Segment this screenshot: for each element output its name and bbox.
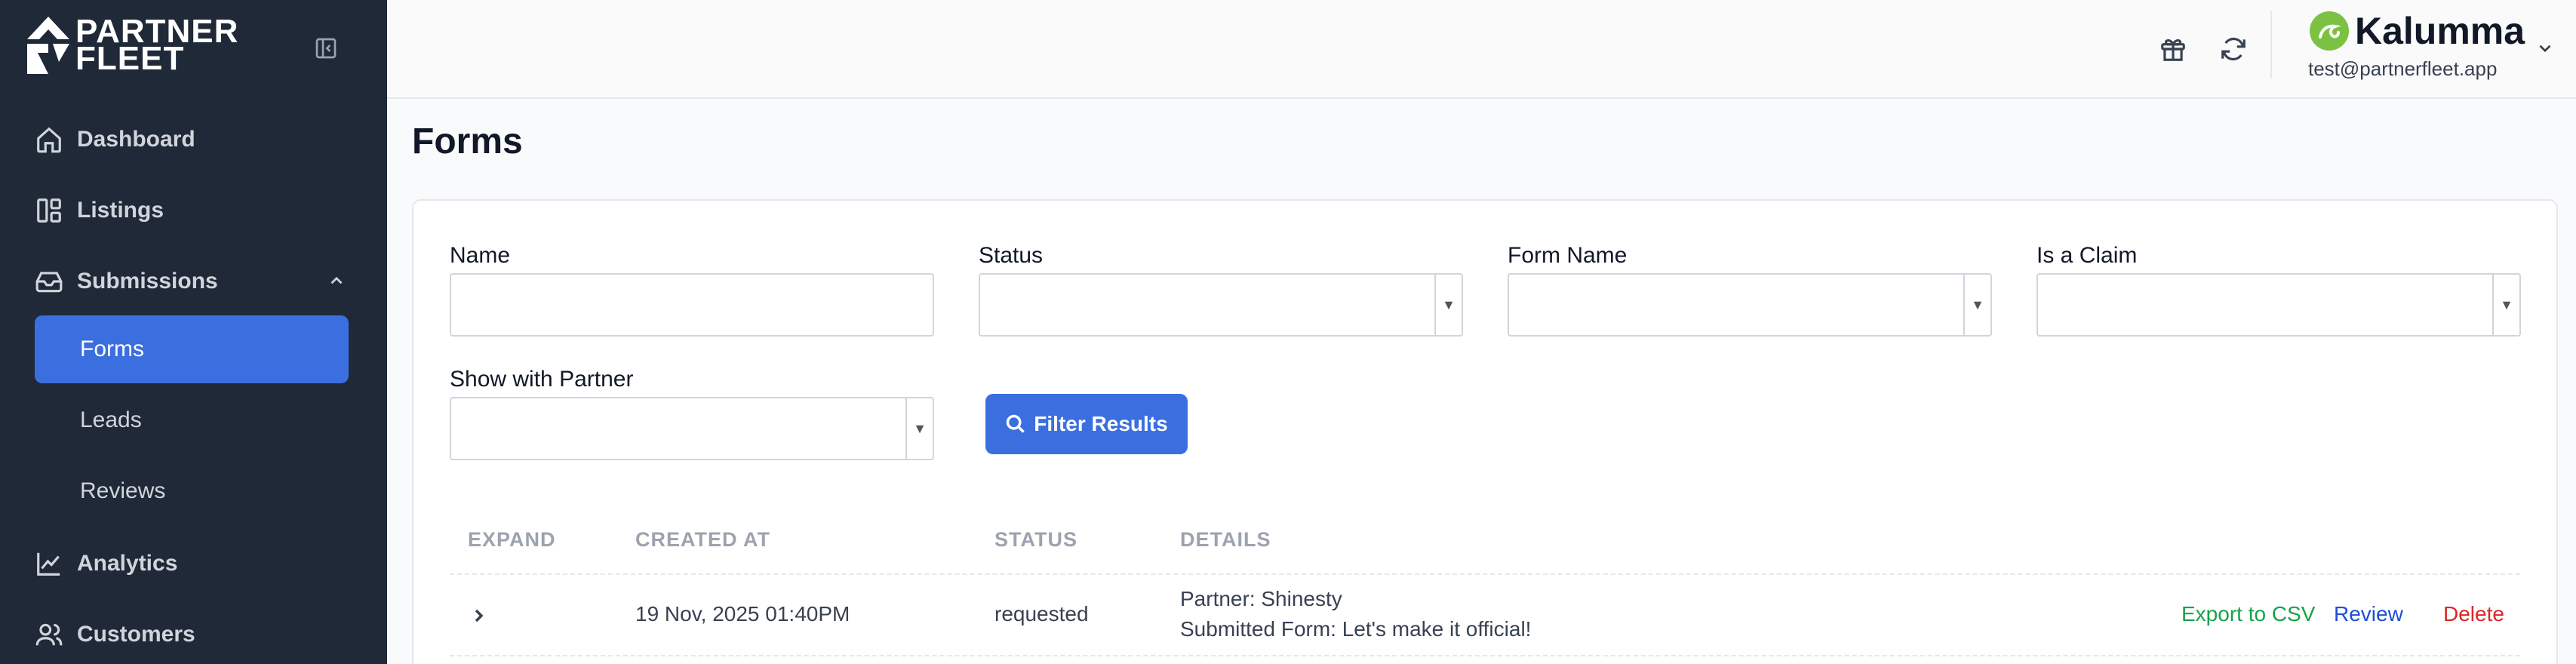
layout-icon (37, 198, 61, 223)
sidebar-item-listings[interactable]: Listings (35, 192, 164, 229)
created-at-cell: 19 Nov, 2025 01:40PM (635, 602, 850, 626)
sidebar-subitem-label: Leads (80, 407, 142, 432)
logo-text: PARTNER FLEET (75, 15, 238, 75)
account-menu-toggle[interactable] (2530, 33, 2560, 63)
logo-mark-icon (27, 17, 69, 74)
chevron-right-icon (475, 609, 484, 622)
sidebar-subitem-leads[interactable]: Leads (35, 386, 349, 454)
sidebar-subitem-forms[interactable]: Forms (35, 315, 349, 383)
sidebar-item-customers[interactable]: Customers (35, 616, 195, 653)
column-header-created-at[interactable]: CREATED AT (635, 528, 770, 552)
is-claim-filter-label: Is a Claim (2037, 243, 2138, 268)
refresh-button[interactable] (2215, 30, 2252, 68)
account-brand: Kalumma (2308, 9, 2525, 53)
status-filter-label: Status (979, 243, 1044, 268)
details-form: Submitted Form: Let's make it official! (1180, 617, 1532, 641)
sidebar-item-analytics[interactable]: Analytics (35, 545, 177, 583)
sidebar-item-label: Listings (77, 198, 164, 223)
sidebar-item-label: Dashboard (77, 127, 195, 152)
delete-link[interactable]: Delete (2443, 602, 2504, 626)
page-title: Forms (412, 121, 523, 161)
sidebar: PARTNER FLEET Dashboard Listings Submiss… (0, 0, 387, 664)
sidebar-subitem-reviews[interactable]: Reviews (35, 457, 349, 525)
partnerfleet-logo[interactable]: PARTNER FLEET (27, 15, 238, 75)
sidebar-item-label: Submissions (77, 269, 218, 294)
column-header-status[interactable]: STATUS (994, 528, 1077, 552)
filter-results-label: Filter Results (1034, 412, 1168, 435)
submissions-collapse-toggle[interactable] (324, 269, 349, 293)
inbox-icon (35, 272, 63, 293)
chevron-down-icon (2539, 45, 2551, 53)
review-link[interactable]: Review (2334, 602, 2403, 626)
column-header-details[interactable]: DETAILS (1180, 528, 1271, 552)
refresh-icon (2221, 37, 2246, 61)
form-name-filter-select[interactable]: ▼ (1508, 273, 1992, 337)
show-partner-filter-select[interactable]: ▼ (450, 397, 934, 460)
header-divider (2270, 11, 2272, 78)
table-header-divider (450, 573, 2520, 575)
status-filter-select[interactable]: ▼ (979, 273, 1463, 337)
dropdown-arrow-icon: ▼ (905, 398, 933, 459)
account-email: test@partnerfleet.app (2308, 57, 2498, 80)
account-name: Kalumma (2355, 10, 2525, 52)
chart-line-icon (37, 552, 60, 576)
home-icon (37, 127, 61, 153)
kalumma-logo-icon (2310, 11, 2349, 51)
sidebar-collapse-button[interactable] (311, 33, 341, 63)
export-csv-link[interactable]: Export to CSV (2181, 602, 2315, 626)
account-switcher[interactable]: Kalumma test@partnerfleet.app (2308, 9, 2525, 80)
column-header-expand[interactable]: EXPAND (468, 528, 556, 552)
users-icon (35, 623, 63, 646)
dropdown-arrow-icon: ▼ (1434, 275, 1462, 335)
dropdown-arrow-icon: ▼ (1963, 275, 1990, 335)
name-filter-input[interactable] (450, 273, 934, 337)
filter-results-button[interactable]: Filter Results (985, 394, 1188, 454)
status-cell: requested (994, 602, 1089, 626)
sidebar-item-dashboard[interactable]: Dashboard (35, 121, 195, 158)
chevron-up-icon (330, 276, 343, 284)
sidebar-subitem-label: Forms (80, 337, 144, 361)
table-row-divider (450, 655, 2520, 656)
dropdown-arrow-icon: ▼ (2492, 275, 2519, 335)
search-icon (1007, 414, 1025, 433)
form-name-filter-label: Form Name (1508, 243, 1628, 268)
is-claim-filter-select[interactable]: ▼ (2037, 273, 2521, 337)
show-partner-filter-label: Show with Partner (450, 367, 634, 392)
gift-button[interactable] (2154, 30, 2192, 68)
name-filter-label: Name (450, 243, 511, 268)
sidebar-item-submissions[interactable]: Submissions (35, 263, 218, 300)
sidebar-item-label: Customers (77, 622, 195, 647)
top-header: Kalumma test@partnerfleet.app (387, 0, 2576, 99)
sidebar-item-label: Analytics (77, 551, 178, 576)
sidebar-subitem-label: Reviews (80, 478, 166, 503)
expand-row-button[interactable] (463, 601, 493, 631)
sidebar-collapse-icon (315, 38, 337, 59)
details-partner: Partner: Shinesty (1180, 587, 1342, 610)
gift-icon (2161, 39, 2185, 61)
